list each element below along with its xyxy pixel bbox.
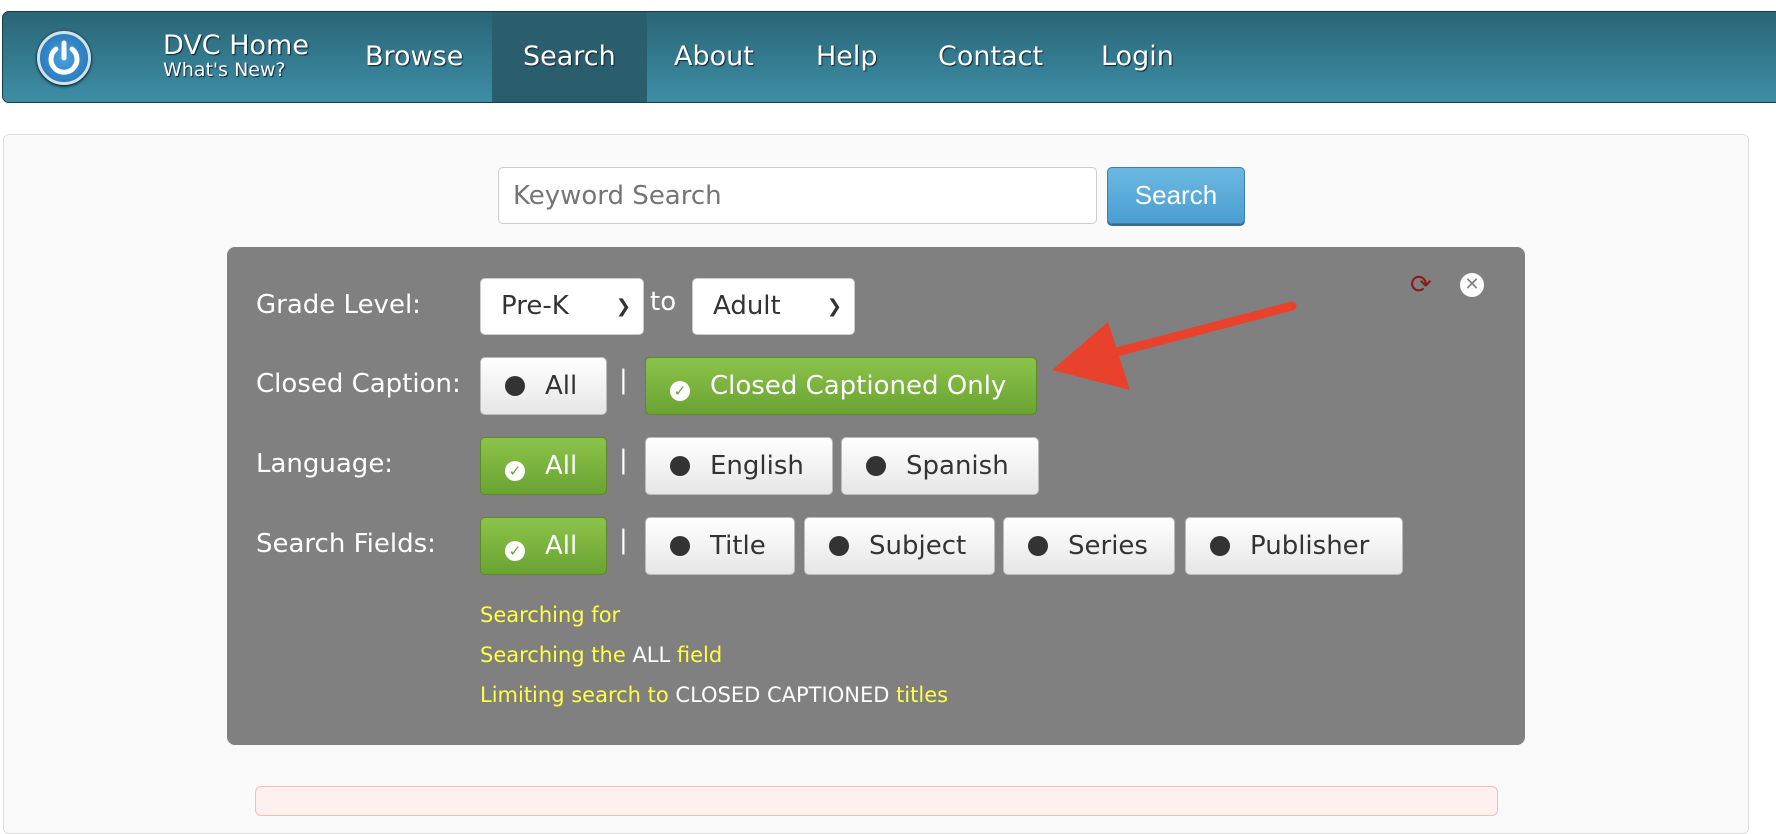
- red-arrow-annotation: [1052, 301, 1297, 390]
- alert-box: [255, 786, 1498, 816]
